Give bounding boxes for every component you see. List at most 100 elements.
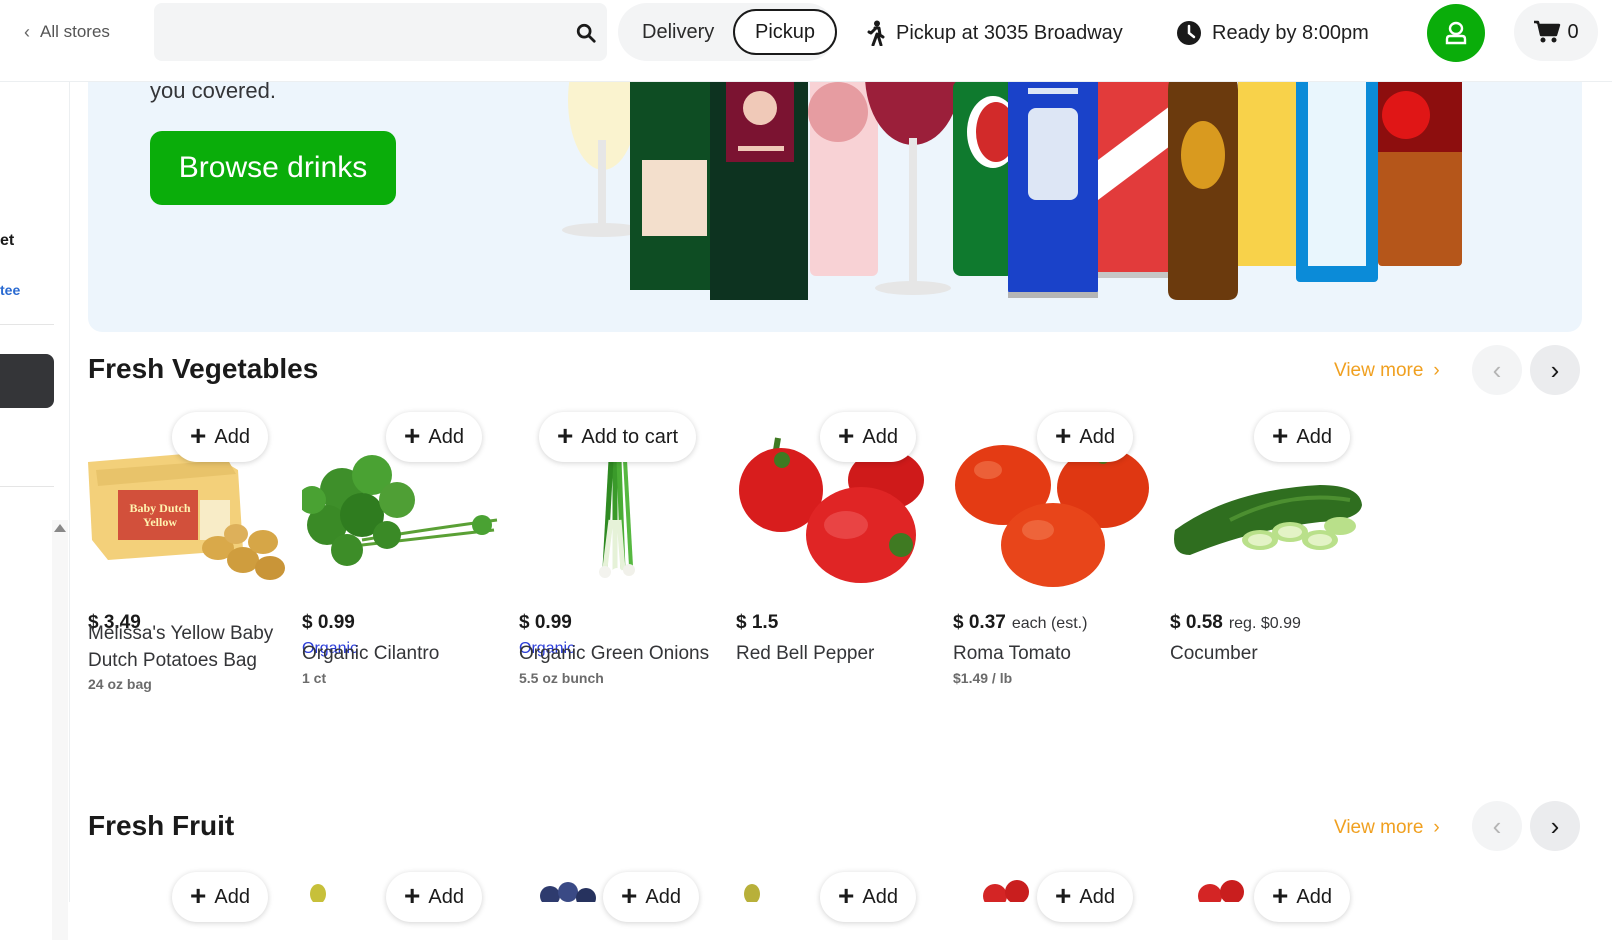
fruit-image bbox=[310, 884, 326, 902]
plus-icon: + bbox=[404, 420, 421, 451]
price-line: $ 0.99 bbox=[519, 612, 572, 634]
view-more-fruit[interactable]: View more › bbox=[1334, 817, 1440, 839]
add-button[interactable]: + Add bbox=[603, 872, 699, 922]
carousel-prev-button[interactable]: ‹ bbox=[1472, 801, 1522, 851]
product-card[interactable]: + Add $ 0.37 each (est.) Roma Tomato $1.… bbox=[953, 400, 1153, 720]
add-button[interactable]: + Add bbox=[1254, 412, 1350, 462]
product-name[interactable]: Melissa's Yellow Baby Dutch Potatoes Bag bbox=[88, 620, 293, 674]
fruit-image bbox=[983, 880, 1029, 902]
fruit-image bbox=[744, 884, 760, 902]
search-input[interactable] bbox=[168, 15, 548, 49]
add-button-label: Add bbox=[428, 425, 464, 448]
price-line: $ 0.58 reg. $0.99 bbox=[1170, 612, 1301, 634]
plus-icon: + bbox=[190, 880, 207, 911]
scroll-up-arrow-icon[interactable] bbox=[54, 524, 66, 532]
product-size: 1 ct bbox=[302, 670, 327, 686]
fulfillment-mode-switch: Delivery Pickup bbox=[618, 3, 837, 61]
add-button-label: Add bbox=[1079, 885, 1115, 908]
section-title-vegetables: Fresh Vegetables bbox=[88, 353, 319, 384]
carousel-next-button[interactable]: › bbox=[1530, 345, 1580, 395]
product-price: $ 0.58 bbox=[1170, 612, 1223, 633]
add-button[interactable]: + Add bbox=[386, 872, 482, 922]
price-line: $ 0.99 bbox=[302, 612, 355, 634]
ready-time-selector[interactable]: Ready by 8:00pm bbox=[1176, 18, 1369, 48]
add-button-label: Add bbox=[862, 425, 898, 448]
all-stores-link[interactable]: ‹ All stores bbox=[24, 20, 110, 44]
plus-icon: + bbox=[557, 420, 574, 451]
carousel-prev-button[interactable]: ‹ bbox=[1472, 345, 1522, 395]
product-size: 24 oz bag bbox=[88, 676, 152, 692]
product-card[interactable]: + Add $ 0.99 Organic Organic Cilantro 1 … bbox=[302, 400, 502, 720]
sidebar-divider bbox=[0, 486, 54, 487]
plus-icon: + bbox=[1055, 420, 1072, 451]
svg-text:Baby Dutch: Baby Dutch bbox=[129, 501, 190, 515]
sidebar-active-item[interactable] bbox=[0, 354, 54, 408]
cart-button[interactable]: 0 bbox=[1514, 3, 1598, 61]
walking-person-icon bbox=[867, 20, 885, 46]
add-button-label: Add bbox=[214, 425, 250, 448]
top-header: ‹ All stores Delivery Pickup Pickup at 3… bbox=[0, 0, 1612, 82]
add-button[interactable]: + Add bbox=[386, 412, 482, 462]
sidebar-store-name: et bbox=[0, 232, 15, 249]
cart-count: 0 bbox=[1567, 20, 1579, 43]
chevron-left-icon: ‹ bbox=[24, 21, 30, 42]
pickup-tab[interactable]: Pickup bbox=[733, 9, 837, 55]
chevron-right-icon: › bbox=[1433, 360, 1440, 381]
sidebar-scrollbar[interactable] bbox=[52, 520, 68, 940]
product-name[interactable]: Roma Tomato bbox=[953, 640, 1158, 667]
cart-icon bbox=[1534, 20, 1561, 43]
fruit-image bbox=[540, 882, 596, 902]
plus-icon: + bbox=[404, 880, 421, 911]
add-button[interactable]: + Add bbox=[172, 872, 268, 922]
all-stores-label: All stores bbox=[40, 22, 110, 41]
add-to-cart-button[interactable]: + Add to cart bbox=[539, 412, 697, 462]
plus-icon: + bbox=[1055, 880, 1072, 911]
browse-drinks-button[interactable]: Browse drinks bbox=[150, 131, 396, 205]
sidebar-guarantee-link[interactable]: tee bbox=[0, 282, 20, 298]
add-button[interactable]: + Add bbox=[1254, 872, 1350, 922]
product-name[interactable]: Organic Green Onions bbox=[519, 640, 724, 667]
add-button[interactable]: + Add bbox=[172, 412, 268, 462]
section-title-fruit: Fresh Fruit bbox=[88, 810, 235, 841]
price-note: each (est.) bbox=[1011, 615, 1088, 632]
user-icon bbox=[1445, 21, 1467, 45]
chevron-right-icon: › bbox=[1550, 354, 1560, 385]
product-price: $ 0.37 bbox=[953, 612, 1006, 633]
ready-time-label: Ready by 8:00pm bbox=[1212, 21, 1369, 44]
account-button[interactable] bbox=[1427, 4, 1485, 62]
product-name[interactable]: Red Bell Pepper bbox=[736, 640, 941, 667]
product-unit-price: $1.49 / lb bbox=[953, 670, 1013, 686]
search-icon[interactable] bbox=[575, 22, 597, 44]
add-button-label: Add bbox=[862, 885, 898, 908]
chevron-right-icon: › bbox=[1550, 810, 1560, 841]
product-price: $ 1.5 bbox=[736, 612, 779, 633]
chevron-left-icon: ‹ bbox=[1492, 354, 1502, 385]
carousel-next-button[interactable]: › bbox=[1530, 801, 1580, 851]
left-sidebar: et tee bbox=[0, 82, 70, 940]
product-price: $ 0.99 bbox=[302, 612, 355, 633]
add-button[interactable]: + Add bbox=[1037, 412, 1133, 462]
drinks-illustration bbox=[562, 60, 1462, 300]
product-price: $ 0.99 bbox=[519, 612, 572, 633]
add-button[interactable]: + Add bbox=[820, 412, 916, 462]
product-card[interactable]: + Add $ 1.5 Red Bell Pepper bbox=[736, 400, 936, 720]
plus-icon: + bbox=[190, 420, 207, 451]
fruit-image bbox=[1198, 880, 1244, 902]
search-bar[interactable] bbox=[154, 3, 607, 61]
chevron-left-icon: ‹ bbox=[1492, 810, 1502, 841]
plus-icon: + bbox=[1272, 420, 1289, 451]
product-card[interactable]: + Add $ 0.58 reg. $0.99 Cocumber bbox=[1170, 400, 1370, 720]
product-name[interactable]: Organic Cilantro bbox=[302, 640, 507, 667]
add-button[interactable]: + Add bbox=[820, 872, 916, 922]
plus-icon: + bbox=[838, 880, 855, 911]
add-button[interactable]: + Add bbox=[1037, 872, 1133, 922]
view-more-label: View more bbox=[1334, 817, 1424, 838]
product-card[interactable]: + Add Baby Dutch Yellow $ 3.49 Melissa's… bbox=[88, 400, 288, 720]
price-line: $ 0.37 each (est.) bbox=[953, 612, 1087, 634]
product-card[interactable]: + Add to cart $ 0.99 Organic Organic Gre… bbox=[519, 400, 719, 720]
product-name[interactable]: Cocumber bbox=[1170, 640, 1375, 667]
pickup-location-selector[interactable]: Pickup at 3035 Broadway bbox=[866, 18, 1123, 48]
delivery-tab[interactable]: Delivery bbox=[642, 3, 714, 61]
view-more-vegetables[interactable]: View more › bbox=[1334, 360, 1440, 382]
add-button-label: Add to cart bbox=[581, 425, 679, 448]
